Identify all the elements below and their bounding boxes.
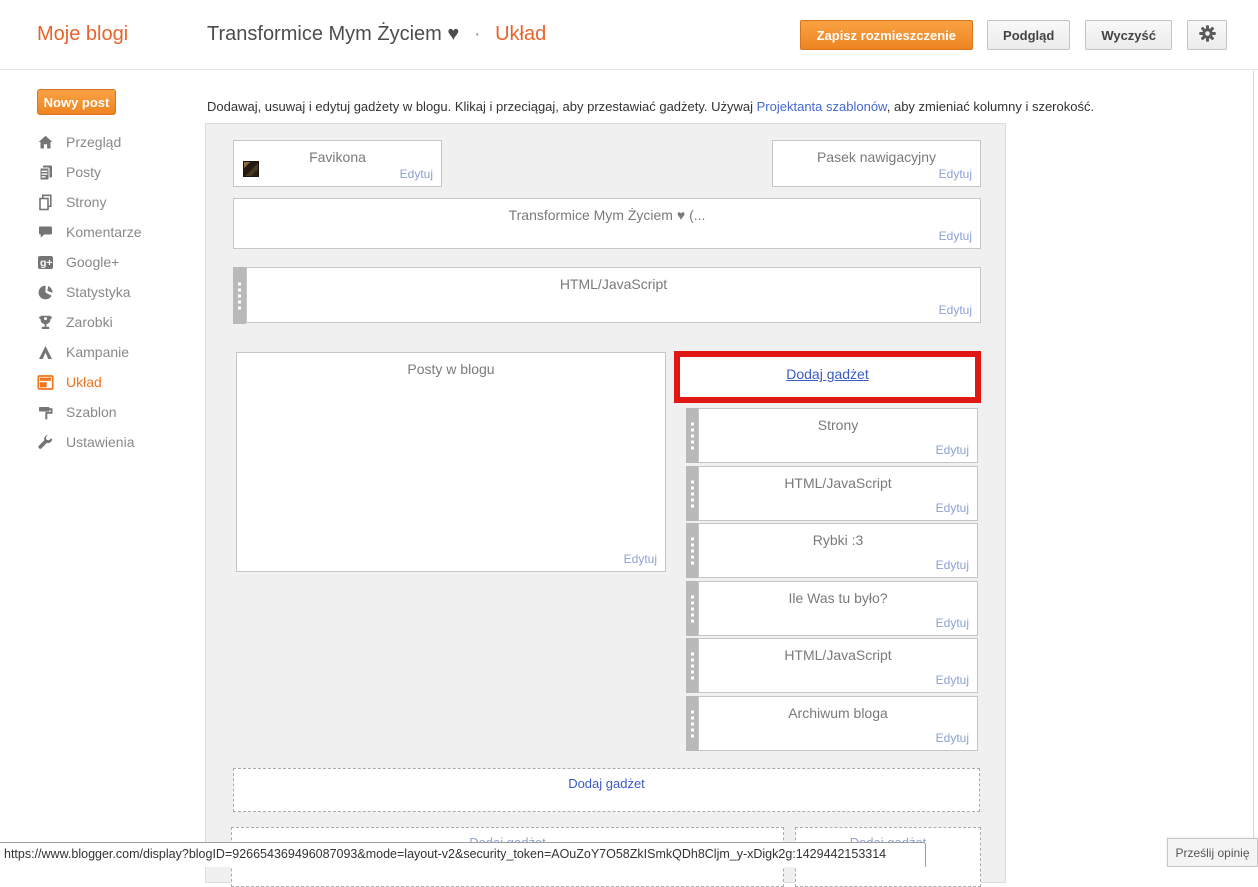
edit-link[interactable]: Edytuj	[939, 229, 972, 243]
campaigns-icon	[37, 344, 55, 361]
preview-button[interactable]: Podgląd	[987, 20, 1071, 50]
sidebar-item-kampanie[interactable]: Kampanie	[0, 337, 205, 367]
add-gadget-highlighted-box: Dodaj gadżet	[674, 351, 981, 403]
sidebar: Nowy post Przegląd Posty Strony Komentar…	[0, 71, 205, 867]
sidebar-item-komentarze[interactable]: Komentarze	[0, 217, 205, 247]
googleplus-icon: g+	[37, 254, 55, 271]
pages-icon	[37, 193, 55, 211]
send-feedback-button[interactable]: Prześlij opinię	[1167, 838, 1258, 867]
sidebar-item-label: Google+	[66, 254, 120, 270]
save-arrangement-button[interactable]: Zapisz rozmieszczenie	[799, 20, 974, 50]
gadget-html-top[interactable]: HTML/JavaScript Edytuj	[246, 267, 981, 323]
top-header: Moje blogi Transformice Mym Życiem ♥ · U…	[0, 0, 1258, 70]
sidebar-item-posty[interactable]: Posty	[0, 157, 205, 187]
sidebar-item-label: Strony	[66, 194, 107, 210]
drag-handle[interactable]	[233, 267, 246, 324]
gadget-title: Pasek nawigacyjny	[816, 149, 937, 165]
header-actions: Zapisz rozmieszczenie Podgląd Wyczyść	[799, 20, 1227, 50]
gadget-title: Rybki :3	[812, 532, 864, 548]
sidebar-item-przeglad[interactable]: Przegląd	[0, 127, 205, 157]
gadget-archive[interactable]: Archiwum bloga Edytuj	[698, 696, 978, 751]
breadcrumb: Transformice Mym Życiem ♥ · Układ	[207, 23, 546, 46]
layout-editor-panel: Favikona Edytuj Pasek nawigacyjny Edytuj…	[205, 123, 1006, 887]
edit-link[interactable]: Edytuj	[936, 616, 969, 630]
browser-status-url: https://www.blogger.com/display?blogID=9…	[0, 842, 926, 867]
edit-link[interactable]: Edytuj	[936, 558, 969, 572]
sidebar-item-ustawienia[interactable]: Ustawienia	[0, 427, 205, 457]
gadget-title: HTML/JavaScript	[784, 475, 892, 491]
new-post-button[interactable]: Nowy post	[37, 89, 116, 115]
sidebar-item-googleplus[interactable]: g+ Google+	[0, 247, 205, 277]
sidebar-item-szablon[interactable]: Szablon	[0, 397, 205, 427]
sidebar-item-zarobki[interactable]: Zarobki	[0, 307, 205, 337]
layout-intro-text: Dodawaj, usuwaj i edytuj gadżety w blogu…	[207, 99, 1217, 114]
template-designer-link[interactable]: Projektanta szablonów	[757, 99, 887, 114]
sidebar-item-label: Kampanie	[66, 344, 130, 360]
edit-link[interactable]: Edytuj	[939, 303, 972, 317]
sidebar-item-label: Posty	[66, 164, 102, 180]
edit-link[interactable]: Edytuj	[936, 731, 969, 745]
sidebar-item-label: Szablon	[66, 404, 117, 420]
template-icon	[37, 404, 55, 421]
sidebar-item-label: Statystyka	[66, 284, 131, 300]
sidebar-item-label: Ustawienia	[66, 434, 135, 450]
settings-gear-button[interactable]	[1187, 20, 1227, 50]
layout-icon	[37, 374, 55, 391]
gadget-counter[interactable]: Ile Was tu było? Edytuj	[698, 581, 978, 636]
sidebar-nav: Przegląd Posty Strony Komentarze g+ Goog…	[0, 127, 205, 457]
right-edge-line	[1253, 71, 1254, 867]
gadget-favicon[interactable]: Favikona Edytuj	[233, 140, 442, 187]
clear-button[interactable]: Wyczyść	[1085, 20, 1172, 50]
edit-link[interactable]: Edytuj	[624, 552, 657, 566]
gadget-title: HTML/JavaScript	[559, 276, 668, 292]
gadget-rybki[interactable]: Rybki :3 Edytuj	[698, 523, 978, 578]
home-icon	[37, 134, 55, 151]
svg-text:g+: g+	[40, 257, 53, 269]
gadget-blog-header[interactable]: Transformice Mym Życiem ♥ (... Edytuj	[233, 198, 981, 249]
gadget-navbar[interactable]: Pasek nawigacyjny Edytuj	[772, 140, 981, 187]
add-gadget-link[interactable]: Dodaj gadżet	[786, 366, 869, 382]
gadget-title: Favikona	[309, 149, 366, 165]
gadget-title: HTML/JavaScript	[784, 647, 892, 663]
gadget-title: Posty w blogu	[407, 361, 495, 377]
gadget-title: Ile Was tu było?	[788, 590, 888, 606]
edit-link[interactable]: Edytuj	[939, 167, 972, 181]
intro-text-before: Dodawaj, usuwaj i edytuj gadżety w blogu…	[207, 99, 757, 114]
add-gadget-placeholder-wide: Dodaj gadżet	[233, 768, 980, 812]
stats-icon	[37, 284, 55, 301]
sidebar-item-strony[interactable]: Strony	[0, 187, 205, 217]
sidebar-item-uklad[interactable]: Układ	[0, 367, 205, 397]
posts-icon	[37, 164, 55, 181]
gadget-title: Archiwum bloga	[788, 705, 888, 721]
sidebar-item-statystyka[interactable]: Statystyka	[0, 277, 205, 307]
edit-link[interactable]: Edytuj	[936, 501, 969, 515]
sidebar-item-label: Przegląd	[66, 134, 122, 150]
page-title: Układ	[495, 23, 547, 45]
my-blogs-link[interactable]: Moje blogi	[37, 23, 128, 46]
sidebar-item-label: Układ	[66, 374, 102, 390]
gadget-title: Transformice Mym Życiem ♥ (...	[508, 207, 706, 223]
intro-text-after: , aby zmieniać kolumny i szerokość.	[886, 99, 1095, 114]
earnings-icon	[37, 314, 55, 331]
edit-link[interactable]: Edytuj	[936, 673, 969, 687]
gadget-strony[interactable]: Strony Edytuj	[698, 408, 978, 463]
add-gadget-link[interactable]: Dodaj gadżet	[568, 776, 645, 791]
sidebar-item-label: Komentarze	[66, 224, 142, 240]
comments-icon	[37, 224, 55, 241]
edit-link[interactable]: Edytuj	[936, 443, 969, 457]
gadget-html-2[interactable]: HTML/JavaScript Edytuj	[698, 638, 978, 693]
favicon-image	[243, 161, 259, 177]
gadget-title: Strony	[817, 417, 859, 433]
settings-icon	[37, 434, 55, 451]
breadcrumb-separator: ·	[473, 23, 481, 45]
edit-link[interactable]: Edytuj	[400, 167, 433, 181]
gadget-blog-posts[interactable]: Posty w blogu Edytuj	[236, 352, 666, 572]
sidebar-item-label: Zarobki	[66, 314, 113, 330]
gadget-html-1[interactable]: HTML/JavaScript Edytuj	[698, 466, 978, 521]
gear-icon	[1198, 24, 1217, 46]
blog-title: Transformice Mym Życiem ♥	[207, 23, 460, 45]
